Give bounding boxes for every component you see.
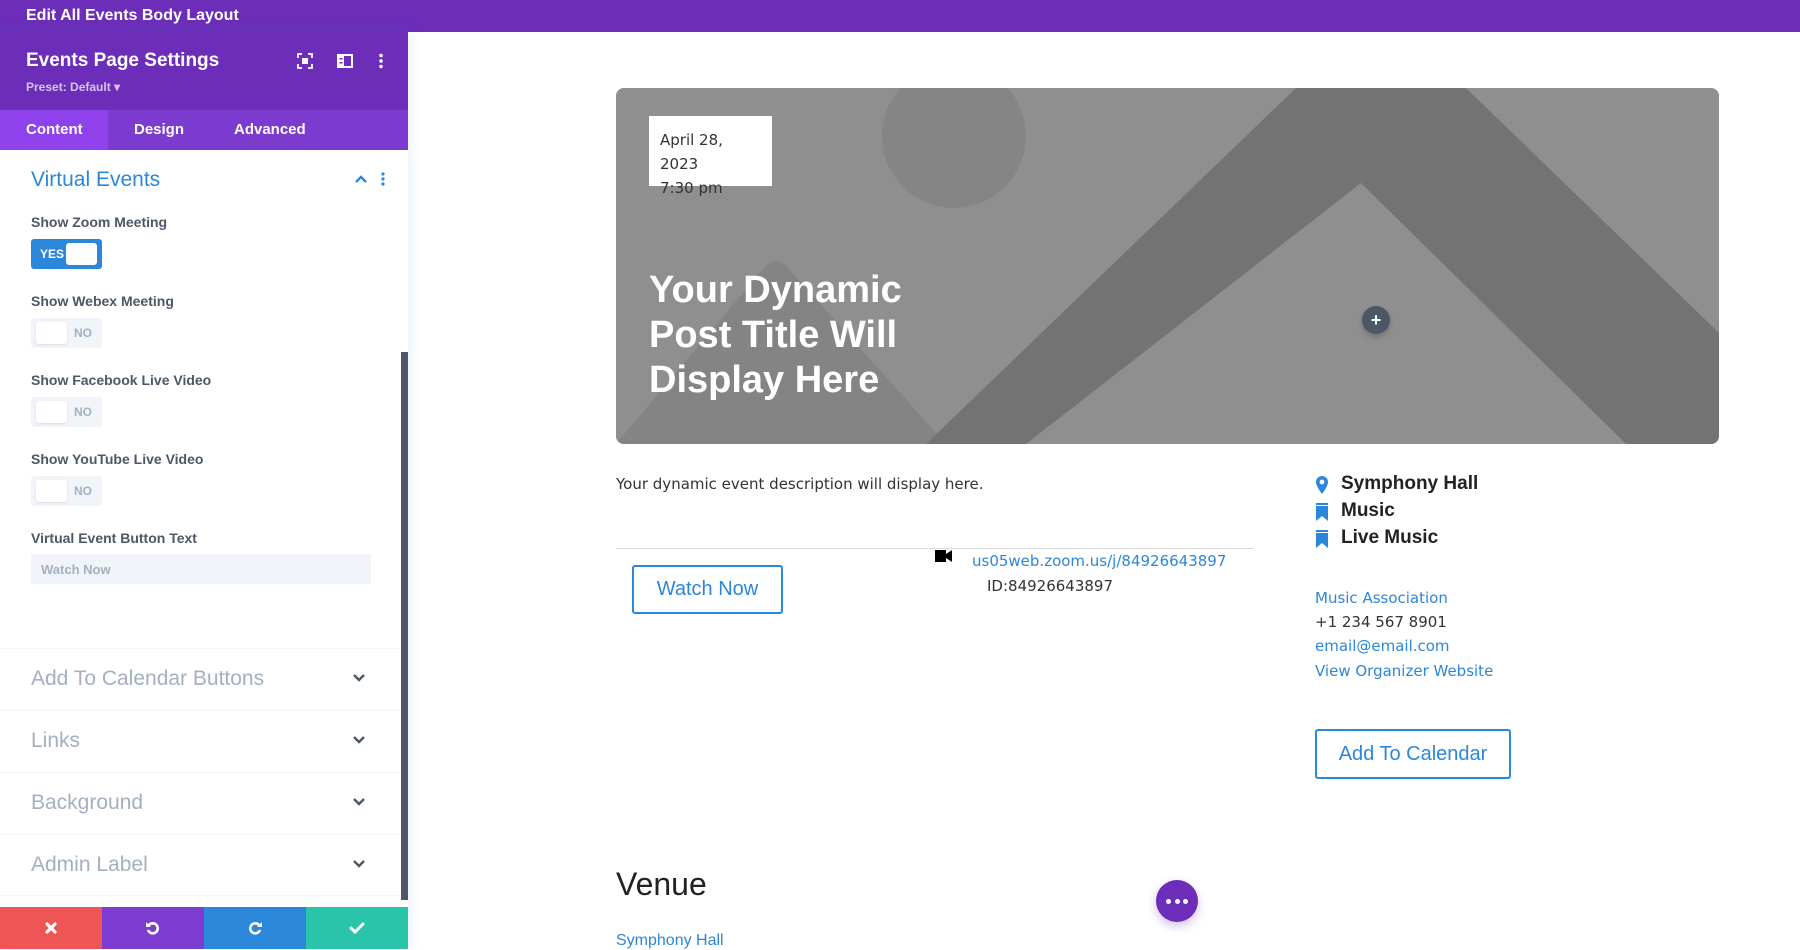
field-label-webex: Show Webex Meeting bbox=[31, 293, 174, 309]
preset-dropdown[interactable]: Preset: Default ▾ bbox=[26, 80, 120, 94]
venue-heading: Venue bbox=[616, 866, 707, 902]
section-more-icon[interactable] bbox=[380, 172, 386, 189]
add-to-calendar-button[interactable]: Add To Calendar bbox=[1315, 729, 1511, 779]
dot bbox=[1174, 899, 1180, 904]
settings-panel: Events Page Settings Preset: Default ▾ C… bbox=[0, 32, 408, 949]
toggle-state: NO bbox=[74, 484, 92, 498]
toggle-webex-meeting[interactable]: NO bbox=[31, 318, 102, 348]
toggle-state: YES bbox=[40, 247, 65, 261]
panel-scroll-area: Virtual Events Show Zoom Meeting YES Sho… bbox=[0, 150, 400, 907]
field-label-zoom: Show Zoom Meeting bbox=[31, 214, 168, 230]
event-date: April 28, 2023 bbox=[660, 131, 723, 173]
divider bbox=[616, 548, 1253, 549]
panel-title: Events Page Settings bbox=[26, 50, 220, 71]
panel-scrollbar[interactable] bbox=[401, 352, 408, 900]
section-admin-label[interactable]: Admin Label bbox=[0, 834, 400, 896]
chevron-down-icon bbox=[352, 795, 366, 809]
sidebar-layout-icon[interactable] bbox=[336, 52, 354, 70]
map-pin-icon bbox=[1316, 476, 1328, 494]
event-title: Your Dynamic Post Title Will Display Her… bbox=[649, 269, 902, 401]
redo-button[interactable] bbox=[204, 907, 306, 949]
panel-footer bbox=[0, 907, 408, 949]
section-label: Admin Label bbox=[31, 853, 148, 876]
builder-title: Edit All Events Body Layout bbox=[26, 7, 239, 24]
toggle-knob bbox=[36, 401, 67, 423]
meta-text: Live Music bbox=[1341, 527, 1439, 548]
section-label: Add To Calendar Buttons bbox=[31, 667, 265, 690]
meta-text: Symphony Hall bbox=[1341, 473, 1479, 494]
zoom-meeting-link[interactable]: us05web.zoom.us/j/84926643897 bbox=[972, 552, 1226, 570]
undo-button[interactable] bbox=[102, 907, 204, 949]
meta-text: Music bbox=[1341, 500, 1395, 521]
dot bbox=[1183, 899, 1188, 904]
check-icon bbox=[349, 922, 365, 935]
bookmark-icon bbox=[1316, 503, 1328, 521]
builder-top-bar: Edit All Events Body Layout bbox=[0, 0, 1800, 32]
undo-icon bbox=[146, 922, 159, 935]
panel-tabs: Content Design Advanced bbox=[0, 110, 408, 150]
watch-now-button[interactable]: Watch Now bbox=[632, 565, 783, 614]
button-text-input[interactable] bbox=[31, 554, 371, 584]
discard-button[interactable] bbox=[0, 907, 102, 949]
close-icon bbox=[45, 922, 57, 934]
event-time: 7:30 pm bbox=[660, 179, 723, 197]
chevron-down-icon bbox=[352, 733, 366, 747]
venue-name-link[interactable]: Symphony Hall bbox=[616, 932, 724, 950]
dot bbox=[1166, 899, 1171, 904]
organizer-name-link[interactable]: Music Association bbox=[1315, 589, 1448, 607]
event-date-box: April 28, 2023 7:30 pm bbox=[649, 116, 772, 197]
chevron-up-icon[interactable] bbox=[354, 172, 368, 188]
section-links[interactable]: Links bbox=[0, 710, 400, 772]
field-label-youtube: Show YouTube Live Video bbox=[31, 451, 204, 467]
tab-content[interactable]: Content bbox=[0, 110, 108, 150]
toggle-knob bbox=[66, 243, 97, 265]
section-label: Links bbox=[31, 729, 81, 752]
section-label: Background bbox=[31, 791, 144, 814]
toggle-youtube-live[interactable]: NO bbox=[31, 476, 102, 506]
toggle-state: NO bbox=[74, 405, 92, 419]
tab-advanced[interactable]: Advanced bbox=[208, 110, 332, 150]
field-label-button-text: Virtual Event Button Text bbox=[31, 530, 197, 546]
organizer-phone: +1 234 567 8901 bbox=[1315, 613, 1447, 631]
section-background[interactable]: Background bbox=[0, 772, 400, 834]
bookmark-icon bbox=[1316, 530, 1328, 548]
event-hero-image: April 28, 2023 7:30 pm Your Dynamic Post… bbox=[616, 88, 1719, 444]
section-title-virtual-events[interactable]: Virtual Events bbox=[31, 168, 160, 192]
organizer-website-link[interactable]: View Organizer Website bbox=[1315, 662, 1493, 680]
more-vertical-icon[interactable] bbox=[372, 52, 390, 70]
toggle-state: NO bbox=[74, 326, 92, 340]
add-module-button[interactable]: + bbox=[1362, 306, 1390, 334]
tab-design[interactable]: Design bbox=[108, 110, 210, 150]
save-button[interactable] bbox=[306, 907, 408, 949]
toggle-knob bbox=[36, 480, 67, 502]
toggle-facebook-live[interactable]: NO bbox=[31, 397, 102, 427]
expand-icon[interactable] bbox=[296, 52, 314, 70]
chevron-down-icon bbox=[352, 671, 366, 685]
toggle-knob bbox=[36, 322, 67, 344]
organizer-email-link[interactable]: email@email.com bbox=[1315, 637, 1450, 655]
field-label-facebook: Show Facebook Live Video bbox=[31, 372, 212, 388]
page-settings-fab[interactable] bbox=[1156, 880, 1198, 922]
zoom-meeting-id: ID:84926643897 bbox=[987, 577, 1114, 595]
section-add-to-calendar-buttons[interactable]: Add To Calendar Buttons bbox=[0, 648, 400, 710]
video-camera-icon bbox=[935, 550, 952, 562]
toggle-zoom-meeting[interactable]: YES bbox=[31, 239, 102, 269]
panel-header: Events Page Settings Preset: Default ▾ bbox=[0, 32, 408, 110]
event-description: Your dynamic event description will disp… bbox=[616, 475, 984, 493]
chevron-down-icon bbox=[352, 857, 366, 871]
redo-icon bbox=[249, 922, 262, 935]
